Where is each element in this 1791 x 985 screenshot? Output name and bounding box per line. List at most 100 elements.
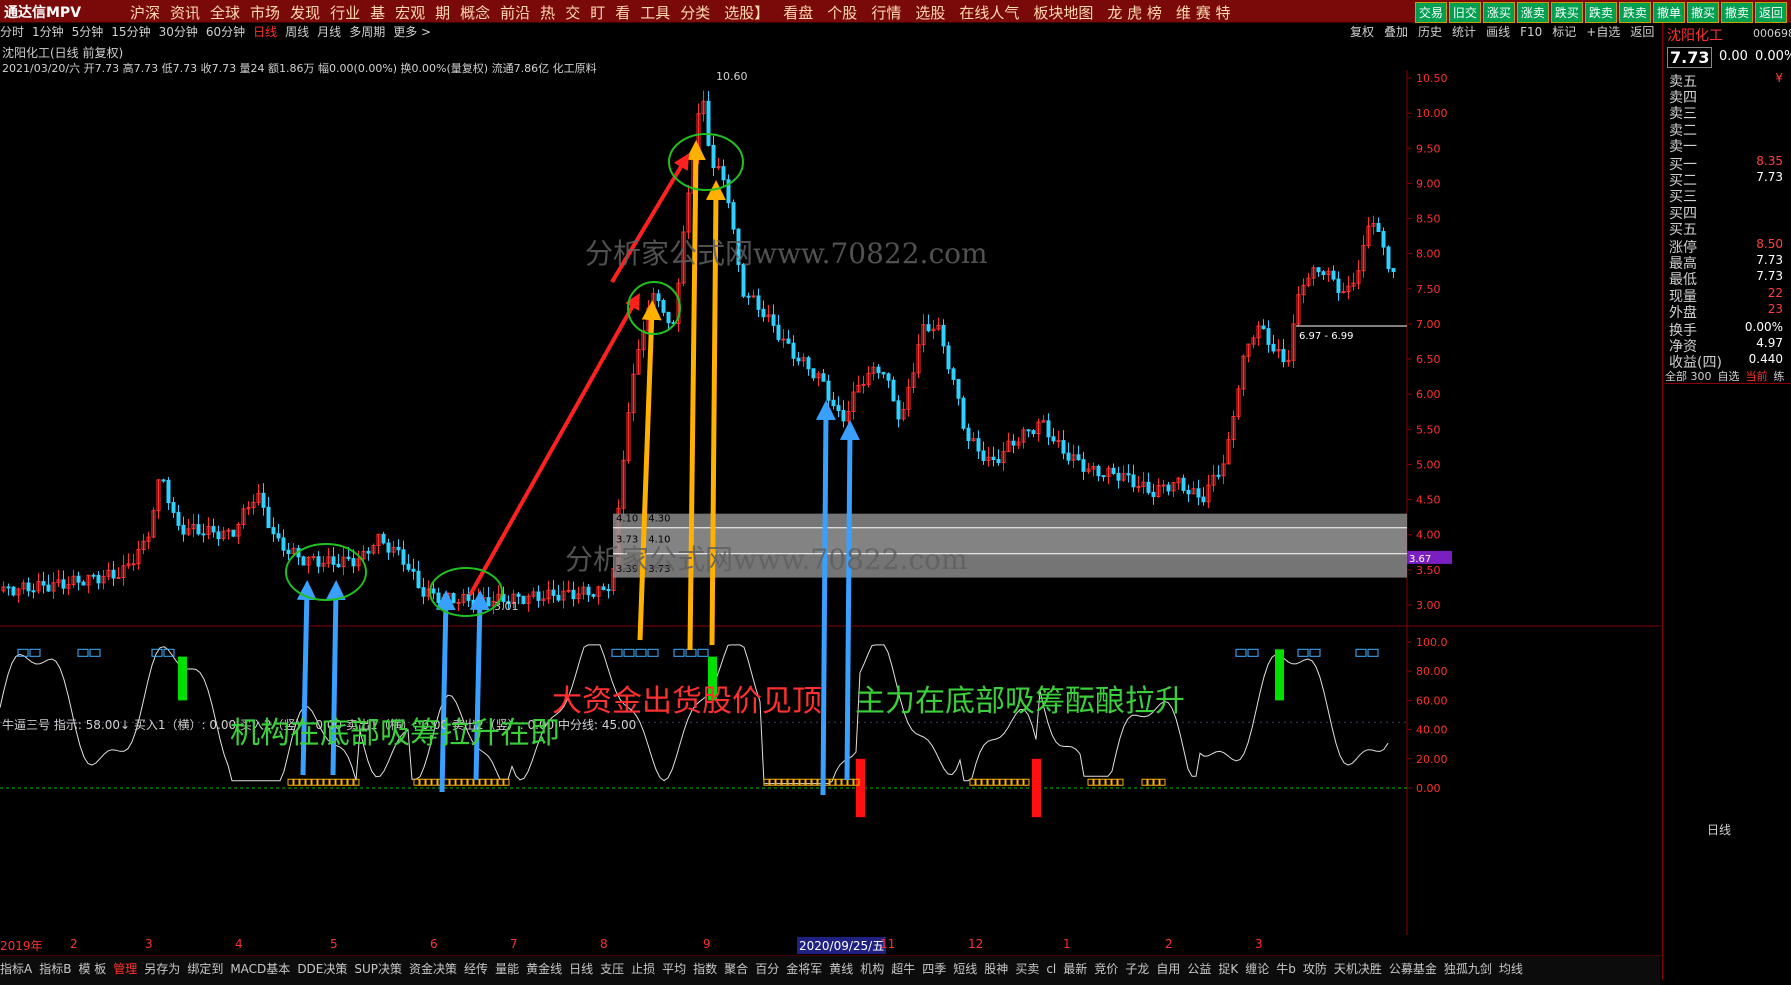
menu-item-4[interactable]: 发现 <box>290 4 320 22</box>
indicator-tab-40[interactable]: 独孤九剑 <box>1444 962 1492 976</box>
menu-item-12[interactable]: 交 <box>565 4 580 22</box>
indicator-tab-1[interactable]: 指标B <box>39 962 71 976</box>
menu-item-19[interactable]: 个股 <box>827 4 857 22</box>
menu-item-13[interactable]: 盯 <box>590 4 605 22</box>
menu-item-9[interactable]: 概念 <box>460 4 490 22</box>
indicator-tab-41[interactable]: 均线 <box>1499 962 1523 976</box>
chart-tool-8[interactable]: 返回 <box>1630 25 1654 39</box>
menu-item-22[interactable]: 在线人气 <box>959 4 1019 22</box>
chart-tool-2[interactable]: 历史 <box>1418 25 1442 39</box>
indicator-tab-19[interactable]: 百分 <box>755 962 779 976</box>
indicator-tab-34[interactable]: 捉K <box>1218 962 1238 976</box>
period-4[interactable]: 30分钟 <box>159 25 198 39</box>
menu-item-14[interactable]: 看 <box>615 4 630 22</box>
indicator-tab-22[interactable]: 机构 <box>860 962 884 976</box>
menu-item-1[interactable]: 资讯 <box>170 4 200 22</box>
menu-item-15[interactable]: 工具 <box>640 4 670 22</box>
indicator-tab-16[interactable]: 平均 <box>662 962 686 976</box>
tool-button-1[interactable]: 旧交 <box>1448 2 1481 23</box>
indicator-tab-4[interactable]: 另存为 <box>144 962 180 976</box>
indicator-tab-31[interactable]: 子龙 <box>1125 962 1149 976</box>
period-8[interactable]: 月线 <box>317 25 341 39</box>
indicator-tab-37[interactable]: 攻防 <box>1303 962 1327 976</box>
menu-item-3[interactable]: 市场 <box>250 4 280 22</box>
tool-button-10[interactable]: 返回 <box>1754 2 1787 23</box>
chart-tool-6[interactable]: 标记 <box>1552 25 1576 39</box>
indicator-tab-39[interactable]: 公募基金 <box>1389 962 1437 976</box>
indicator-tab-8[interactable]: SUP决策 <box>354 962 402 976</box>
quote-tab-0[interactable]: 全部 300 <box>1665 370 1712 383</box>
indicator-tab-9[interactable]: 资金决策 <box>409 962 457 976</box>
indicator-tab-3[interactable]: 管理 <box>113 962 137 976</box>
tool-button-6[interactable]: 跌卖 <box>1618 2 1651 23</box>
period-5[interactable]: 60分钟 <box>206 25 245 39</box>
tool-button-5[interactable]: 跌卖 <box>1584 2 1617 23</box>
indicator-tab-35[interactable]: 缠论 <box>1245 962 1269 976</box>
indicator-tab-28[interactable]: cl <box>1046 962 1056 976</box>
tool-button-2[interactable]: 涨买 <box>1482 2 1515 23</box>
indicator-tab-32[interactable]: 自用 <box>1156 962 1180 976</box>
menu-item-17[interactable]: 选股】 <box>724 4 769 22</box>
period-7[interactable]: 周线 <box>285 25 309 39</box>
period-3[interactable]: 15分钟 <box>111 25 150 39</box>
menu-item-5[interactable]: 行业 <box>330 4 360 22</box>
indicator-tab-14[interactable]: 支压 <box>600 962 624 976</box>
quote-tab-3[interactable]: 练 <box>1774 370 1785 383</box>
chart-tool-5[interactable]: F10 <box>1520 25 1542 39</box>
menu-item-8[interactable]: 期 <box>435 4 450 22</box>
period-0[interactable]: 分时 <box>0 25 24 39</box>
menu-item-7[interactable]: 宏观 <box>395 4 425 22</box>
menu-item-23[interactable]: 板块地图 <box>1033 4 1093 22</box>
indicator-tab-27[interactable]: 买卖 <box>1015 962 1039 976</box>
indicator-tab-33[interactable]: 公益 <box>1187 962 1211 976</box>
indicator-tab-29[interactable]: 最新 <box>1063 962 1087 976</box>
menu-item-20[interactable]: 行情 <box>871 4 901 22</box>
tool-button-7[interactable]: 撤单 <box>1652 2 1685 23</box>
indicator-tab-20[interactable]: 金将军 <box>786 962 822 976</box>
menu-item-10[interactable]: 前沿 <box>500 4 530 22</box>
indicator-tab-13[interactable]: 日线 <box>569 962 593 976</box>
period-1[interactable]: 1分钟 <box>32 25 64 39</box>
indicator-tab-38[interactable]: 天机决胜 <box>1334 962 1382 976</box>
menu-item-0[interactable]: 沪深 <box>130 4 160 22</box>
indicator-tab-2[interactable]: 模 板 <box>78 962 106 976</box>
menu-item-16[interactable]: 分类 <box>680 4 710 22</box>
indicator-tab-23[interactable]: 超牛 <box>891 962 915 976</box>
quote-tab-2[interactable]: 当前 <box>1746 370 1768 383</box>
tool-button-3[interactable]: 涨卖 <box>1516 2 1549 23</box>
indicator-tab-15[interactable]: 止损 <box>631 962 655 976</box>
indicator-tab-25[interactable]: 短线 <box>953 962 977 976</box>
period-6[interactable]: 日线 <box>253 25 277 39</box>
kline-chart[interactable]: 10.603.01 4.10 - 4.303.73 - 4.103.39 - 3… <box>0 70 1660 950</box>
indicator-tab-26[interactable]: 股神 <box>984 962 1008 976</box>
indicator-tab-18[interactable]: 聚合 <box>724 962 748 976</box>
chart-tool-4[interactable]: 画线 <box>1486 25 1510 39</box>
indicator-tab-30[interactable]: 竞价 <box>1094 962 1118 976</box>
indicator-tab-6[interactable]: MACD基本 <box>230 962 290 976</box>
chart-tool-7[interactable]: +自选 <box>1586 25 1620 39</box>
quote-tab-1[interactable]: 自选 <box>1718 370 1740 383</box>
indicator-tab-7[interactable]: DDE决策 <box>297 962 347 976</box>
indicator-tab-36[interactable]: 牛b <box>1276 962 1296 976</box>
menu-item-2[interactable]: 全球 <box>210 4 240 22</box>
menu-item-6[interactable]: 基 <box>370 4 385 22</box>
tool-button-8[interactable]: 撤买 <box>1686 2 1719 23</box>
indicator-tab-5[interactable]: 绑定到 <box>187 962 223 976</box>
period-9[interactable]: 多周期 <box>349 25 385 39</box>
menu-item-11[interactable]: 热 <box>540 4 555 22</box>
tool-button-0[interactable]: 交易 <box>1414 2 1447 23</box>
indicator-tab-0[interactable]: 指标A <box>0 962 32 976</box>
chart-tool-3[interactable]: 统计 <box>1452 25 1476 39</box>
tool-button-9[interactable]: 撤卖 <box>1720 2 1753 23</box>
period-10[interactable]: 更多 > <box>393 25 431 39</box>
menu-item-24[interactable]: 龙 虎 榜 <box>1107 4 1162 22</box>
indicator-tab-10[interactable]: 经传 <box>464 962 488 976</box>
chart-tool-0[interactable]: 复权 <box>1350 25 1374 39</box>
chart-tool-1[interactable]: 叠加 <box>1384 25 1408 39</box>
indicator-tab-11[interactable]: 量能 <box>495 962 519 976</box>
indicator-tab-17[interactable]: 指数 <box>693 962 717 976</box>
menu-item-21[interactable]: 选股 <box>915 4 945 22</box>
indicator-tab-21[interactable]: 黄线 <box>829 962 853 976</box>
tool-button-4[interactable]: 跌买 <box>1550 2 1583 23</box>
period-2[interactable]: 5分钟 <box>72 25 104 39</box>
